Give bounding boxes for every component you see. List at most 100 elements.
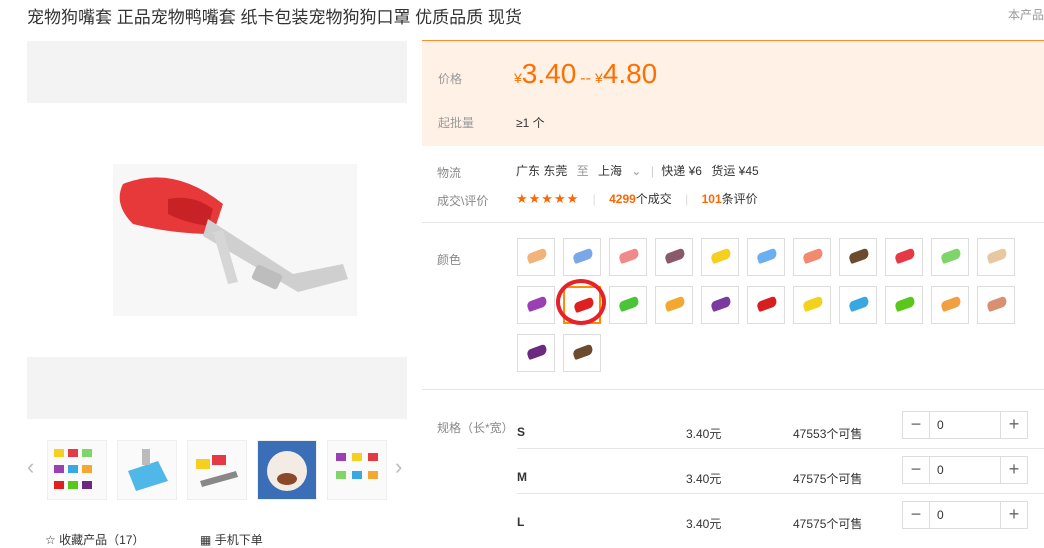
color-swatch[interactable] (793, 238, 831, 276)
review-count[interactable]: 101 (702, 192, 722, 206)
swatch-muzzle-image (985, 295, 1009, 313)
express-fee: 快递 ¥6 (661, 164, 702, 178)
thumbnail[interactable] (187, 440, 247, 500)
divider-bar: | (650, 164, 654, 178)
product-title: 宠物狗嘴套 正品宠物鸭嘴套 纸卡包装宠物狗狗口罩 优质品质 现货 (27, 8, 522, 27)
spec-name: S (517, 425, 526, 439)
swatch-muzzle-image (847, 295, 871, 313)
currency-symbol: ¥ (594, 70, 603, 86)
color-swatch[interactable] (701, 238, 739, 276)
color-swatch[interactable] (839, 286, 877, 324)
decrease-button[interactable]: − (903, 457, 930, 483)
color-swatch[interactable] (609, 286, 647, 324)
color-swatch[interactable] (931, 238, 969, 276)
price-low: 3.40 (521, 58, 577, 89)
swatch-muzzle-image (847, 247, 871, 265)
sold-suffix: 个成交 (635, 192, 672, 206)
sold-count[interactable]: 4299 (609, 192, 636, 206)
swatch-muzzle-image (801, 295, 825, 313)
swatch-muzzle-image (617, 247, 641, 265)
review-suffix: 条评价 (721, 192, 758, 206)
favorite-link[interactable]: ☆ 收藏产品（17） (45, 531, 144, 548)
color-swatch[interactable] (977, 286, 1015, 324)
chevron-down-icon[interactable]: ⌄ (631, 164, 641, 178)
color-swatch[interactable] (655, 238, 693, 276)
quantity-input[interactable]: 0 (937, 508, 944, 522)
quantity-input[interactable]: 0 (937, 463, 944, 477)
thumbnail[interactable] (117, 440, 177, 500)
color-swatch[interactable] (655, 286, 693, 324)
thumb-prev-icon[interactable]: ‹ (27, 456, 34, 478)
row-divider (517, 493, 1044, 494)
swatch-muzzle-image (617, 295, 641, 313)
color-swatch[interactable] (563, 334, 601, 372)
spec-price: 3.40元 (686, 427, 722, 441)
color-swatch[interactable] (563, 238, 601, 276)
freight-fee: 货运 ¥45 (711, 164, 759, 178)
moq-value: ≥1 个 (516, 116, 545, 130)
swatch-muzzle-image (893, 295, 917, 313)
color-swatch[interactable] (885, 238, 923, 276)
price-range: ¥3.40 -- ¥4.80 (514, 58, 657, 90)
color-swatch[interactable] (931, 286, 969, 324)
deals-label: 成交\评价 (437, 194, 489, 208)
row-divider (517, 448, 1044, 449)
color-swatch[interactable] (977, 238, 1015, 276)
moq-label: 起批量 (438, 116, 475, 130)
thumbnail-image (336, 453, 378, 479)
thumb-next-icon[interactable]: › (395, 456, 402, 478)
color-label: 颜色 (437, 253, 462, 267)
increase-button[interactable]: + (1000, 412, 1027, 438)
color-swatch[interactable] (747, 238, 785, 276)
color-swatch[interactable] (839, 238, 877, 276)
swatch-muzzle-image (571, 247, 595, 265)
main-product-image[interactable] (113, 164, 357, 316)
swatch-muzzle-image (663, 295, 687, 313)
spec-stock: 47575个可售 (793, 517, 863, 531)
ship-from: 广东 东莞 (516, 164, 568, 178)
decrease-button[interactable]: − (903, 412, 930, 438)
thumbnail[interactable] (47, 440, 107, 500)
quantity-stepper: −0 + (902, 456, 1028, 484)
swatch-muzzle-image (939, 295, 963, 313)
thumbnail-strip: ‹ › (27, 438, 407, 502)
color-swatch[interactable] (747, 286, 785, 324)
swatch-muzzle-image (571, 343, 595, 361)
swatch-muzzle-image (525, 343, 549, 361)
currency-symbol: ¥ (514, 70, 522, 86)
swatch-muzzle-image (525, 295, 549, 313)
increase-button[interactable]: + (1000, 502, 1027, 528)
section-divider (422, 222, 1044, 223)
color-swatch[interactable] (517, 334, 555, 372)
decrease-button[interactable]: − (903, 502, 930, 528)
thumbnail-image (128, 449, 168, 491)
mobile-order-link[interactable]: ▦ 手机下单 (200, 531, 263, 548)
thumbnail[interactable] (257, 440, 317, 500)
spec-row: L 3.40元 47575个可售 −0 + (422, 501, 1044, 546)
gallery-top-band (27, 41, 407, 103)
ship-destination[interactable]: 上海 (598, 164, 622, 178)
spec-price: 3.40元 (686, 517, 722, 531)
color-swatch[interactable] (517, 286, 555, 324)
quantity-input[interactable]: 0 (937, 418, 944, 432)
spec-row: S 3.40元 47553个可售 −0 + (422, 411, 1044, 456)
increase-button[interactable]: + (1000, 457, 1027, 483)
price-panel: 价格 ¥3.40 -- ¥4.80 起批量 ≥1 个 (422, 40, 1044, 146)
spec-stock: 47575个可售 (793, 472, 863, 486)
spec-price: 3.40元 (686, 472, 722, 486)
swatch-muzzle-image (985, 247, 1009, 265)
color-swatch[interactable] (885, 286, 923, 324)
price-separator: -- (580, 70, 591, 87)
divider-bar: | (592, 192, 596, 206)
color-swatch[interactable] (609, 238, 647, 276)
price-high: 4.80 (602, 58, 658, 89)
swatch-muzzle-image (755, 295, 779, 313)
logistics-label: 物流 (437, 166, 462, 180)
section-divider (422, 389, 1044, 390)
color-swatch[interactable] (701, 286, 739, 324)
color-swatch[interactable] (793, 286, 831, 324)
thumbnail[interactable] (327, 440, 387, 500)
color-swatch[interactable] (517, 238, 555, 276)
swatch-muzzle-image (893, 247, 917, 265)
corner-note[interactable]: 本产品 (1008, 6, 1044, 23)
